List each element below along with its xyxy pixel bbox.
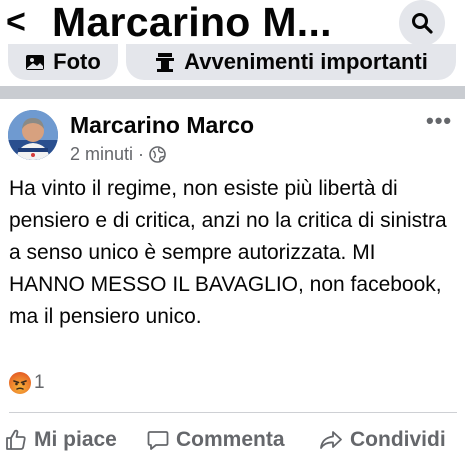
- angry-reaction-icon: [9, 372, 31, 394]
- thumbs-up-icon: [6, 429, 26, 450]
- photos-chip[interactable]: Foto: [8, 44, 118, 80]
- comment-icon: [147, 431, 169, 450]
- more-options-button[interactable]: •••: [426, 108, 452, 134]
- avatar-photo: [8, 110, 58, 160]
- top-bar: < Marcarino M...: [0, 0, 465, 46]
- search-button[interactable]: [399, 0, 445, 46]
- comment-button[interactable]: Commenta: [146, 423, 285, 457]
- back-button[interactable]: <: [6, 2, 26, 42]
- photos-chip-label: Foto: [53, 49, 101, 74]
- like-button[interactable]: Mi piace: [4, 423, 117, 457]
- post-body: Ha vinto il regime, non esiste più liber…: [9, 177, 447, 328]
- search-icon: [412, 13, 433, 34]
- share-icon: [320, 431, 342, 449]
- post-time[interactable]: 2 minuti: [70, 143, 133, 165]
- post-author[interactable]: Marcarino Marco: [70, 112, 254, 138]
- page-title: Marcarino M...: [52, 0, 332, 45]
- comment-label: Commenta: [176, 428, 285, 451]
- section-separator: [0, 86, 465, 99]
- flag-icon: [156, 53, 175, 72]
- share-button[interactable]: Condividi: [318, 423, 446, 457]
- avatar[interactable]: [8, 110, 58, 160]
- life-events-chip-label: Avvenimenti importanti: [184, 49, 428, 74]
- actions-divider: [9, 412, 457, 413]
- post-actions: Mi piace Commenta Condividi: [0, 423, 465, 457]
- globe-icon: [149, 145, 166, 163]
- post-meta: 2 minuti ·: [70, 143, 166, 165]
- reaction-summary[interactable]: 1: [9, 372, 45, 394]
- reaction-count: 1: [34, 372, 45, 393]
- photo-icon: [26, 55, 45, 70]
- like-label: Mi piace: [34, 428, 117, 451]
- share-label: Condividi: [350, 428, 446, 451]
- life-events-chip[interactable]: Avvenimenti importanti: [126, 44, 456, 80]
- meta-separator: ·: [138, 144, 145, 164]
